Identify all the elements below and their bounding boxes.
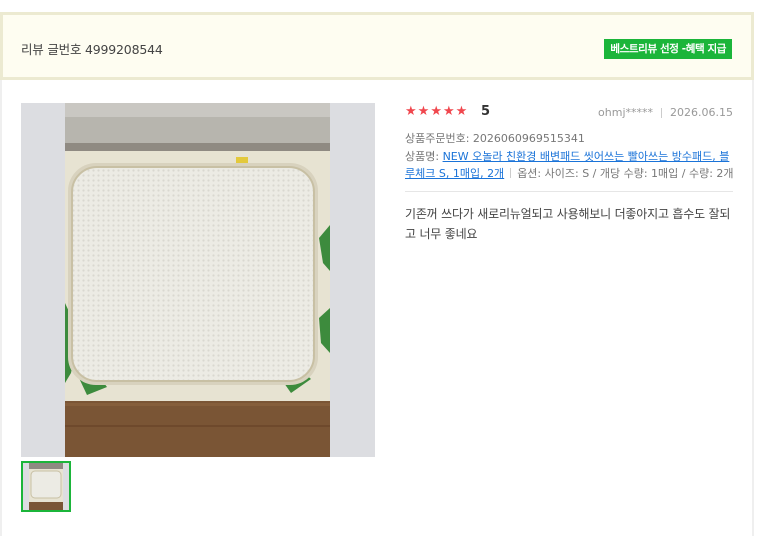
star-rating: ★ ★ ★ ★ ★: [405, 105, 467, 118]
card-right-border: [752, 80, 754, 536]
photo-thumbnail[interactable]: [21, 461, 71, 512]
review-meta: ohmj***** 2026.06.15: [598, 106, 733, 119]
order-number: 상품주문번호: 2026060969515341: [405, 132, 585, 145]
review-photo-image: [21, 103, 375, 457]
review-card: 리뷰 글번호 4999208544 베스트리뷰 선정 -혜택 지급 ★ ★ ★ …: [0, 0, 764, 536]
star-icon: ★: [442, 104, 455, 119]
rating-row: ★ ★ ★ ★ ★ 5 ohmj***** 2026.06.15: [405, 103, 733, 123]
product-options: 옵션: 사이즈: S / 개당 수량: 1매입 / 수량: 2개: [517, 167, 734, 180]
star-icon: ★: [430, 104, 442, 119]
review-number: 리뷰 글번호 4999208544: [21, 42, 163, 57]
review-author: ohmj*****: [598, 106, 654, 119]
card-left-border: [0, 80, 2, 536]
review-photo[interactable]: [21, 103, 375, 457]
star-icon: ★: [417, 104, 430, 119]
photo-thumbnail-image: [23, 463, 69, 510]
product-label: 상품명:: [405, 150, 443, 163]
meta-divider: [661, 107, 663, 118]
review-date: 2026.06.15: [670, 106, 733, 119]
star-icon: ★: [405, 104, 417, 119]
star-icon: ★: [455, 104, 468, 119]
product-info: 상품명: NEW 오놀라 친환경 배변패드 씻어쓰는 빨아쓰는 방수패드, 블루…: [405, 148, 735, 182]
best-review-badge: 베스트리뷰 선정 -혜택 지급: [604, 39, 732, 59]
product-divider: [510, 168, 512, 178]
info-divider: [405, 191, 733, 192]
review-header: 리뷰 글번호 4999208544 베스트리뷰 선정 -혜택 지급: [0, 12, 754, 80]
rating-score: 5: [481, 104, 491, 119]
review-body: 기존꺼 쓰다가 새로리뉴얼되고 사용해보니 더좋아지고 흡수도 잘되고 너무 좋…: [405, 207, 731, 241]
